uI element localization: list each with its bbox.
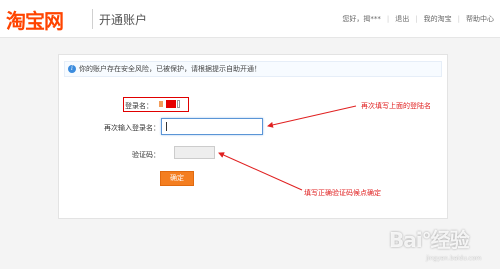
login-name-value-redacted (159, 100, 181, 108)
confirm-button[interactable]: 确定 (160, 171, 194, 186)
greeting-text: 您好，揭*** (342, 15, 381, 23)
text-caret (166, 122, 167, 131)
help-center-link[interactable]: 帮助中心 (466, 14, 494, 24)
header-links: 您好，揭*** | 退出 | 我的淘宝 | 帮助中心 (342, 14, 494, 24)
link-separator: | (457, 15, 460, 23)
annotation-captcha-note: 填写正确验证码候点确定 (304, 189, 381, 197)
form-panel (58, 54, 448, 219)
top-header: 淘宝网 开通账户 您好，揭*** | 退出 | 我的淘宝 | 帮助中心 (0, 0, 500, 38)
logout-link[interactable]: 退出 (395, 14, 409, 24)
security-notice: i 你的账户存在安全风险，已被保护，请根据提示自助开通！ (64, 61, 442, 77)
taobao-logo[interactable]: 淘宝网 (6, 5, 64, 34)
redaction-mark (166, 100, 176, 108)
info-icon: i (68, 65, 76, 73)
link-separator: | (386, 15, 390, 23)
captcha-input[interactable] (174, 146, 215, 159)
login-name-label: 登录名： (125, 102, 153, 110)
page-title: 开通账户 (99, 13, 148, 27)
reenter-login-input[interactable] (161, 118, 263, 135)
redaction-mark (159, 101, 163, 107)
notice-text: 你的账户存在安全风险，已被保护，请根据提示自助开通！ (79, 65, 261, 73)
annotation-reenter-note: 再次填写上面的登陆名 (361, 102, 431, 110)
header-divider (92, 9, 93, 29)
my-taobao-link[interactable]: 我的淘宝 (424, 14, 452, 24)
link-separator: | (415, 15, 418, 23)
reenter-login-label: 再次输入登录名： (104, 124, 160, 132)
baidu-watermark-url: jingyan.baidu.com (426, 255, 482, 262)
baidu-watermark: Bai°经验 (389, 228, 470, 252)
redaction-mark (177, 100, 180, 108)
captcha-label: 验证码： (132, 151, 160, 159)
